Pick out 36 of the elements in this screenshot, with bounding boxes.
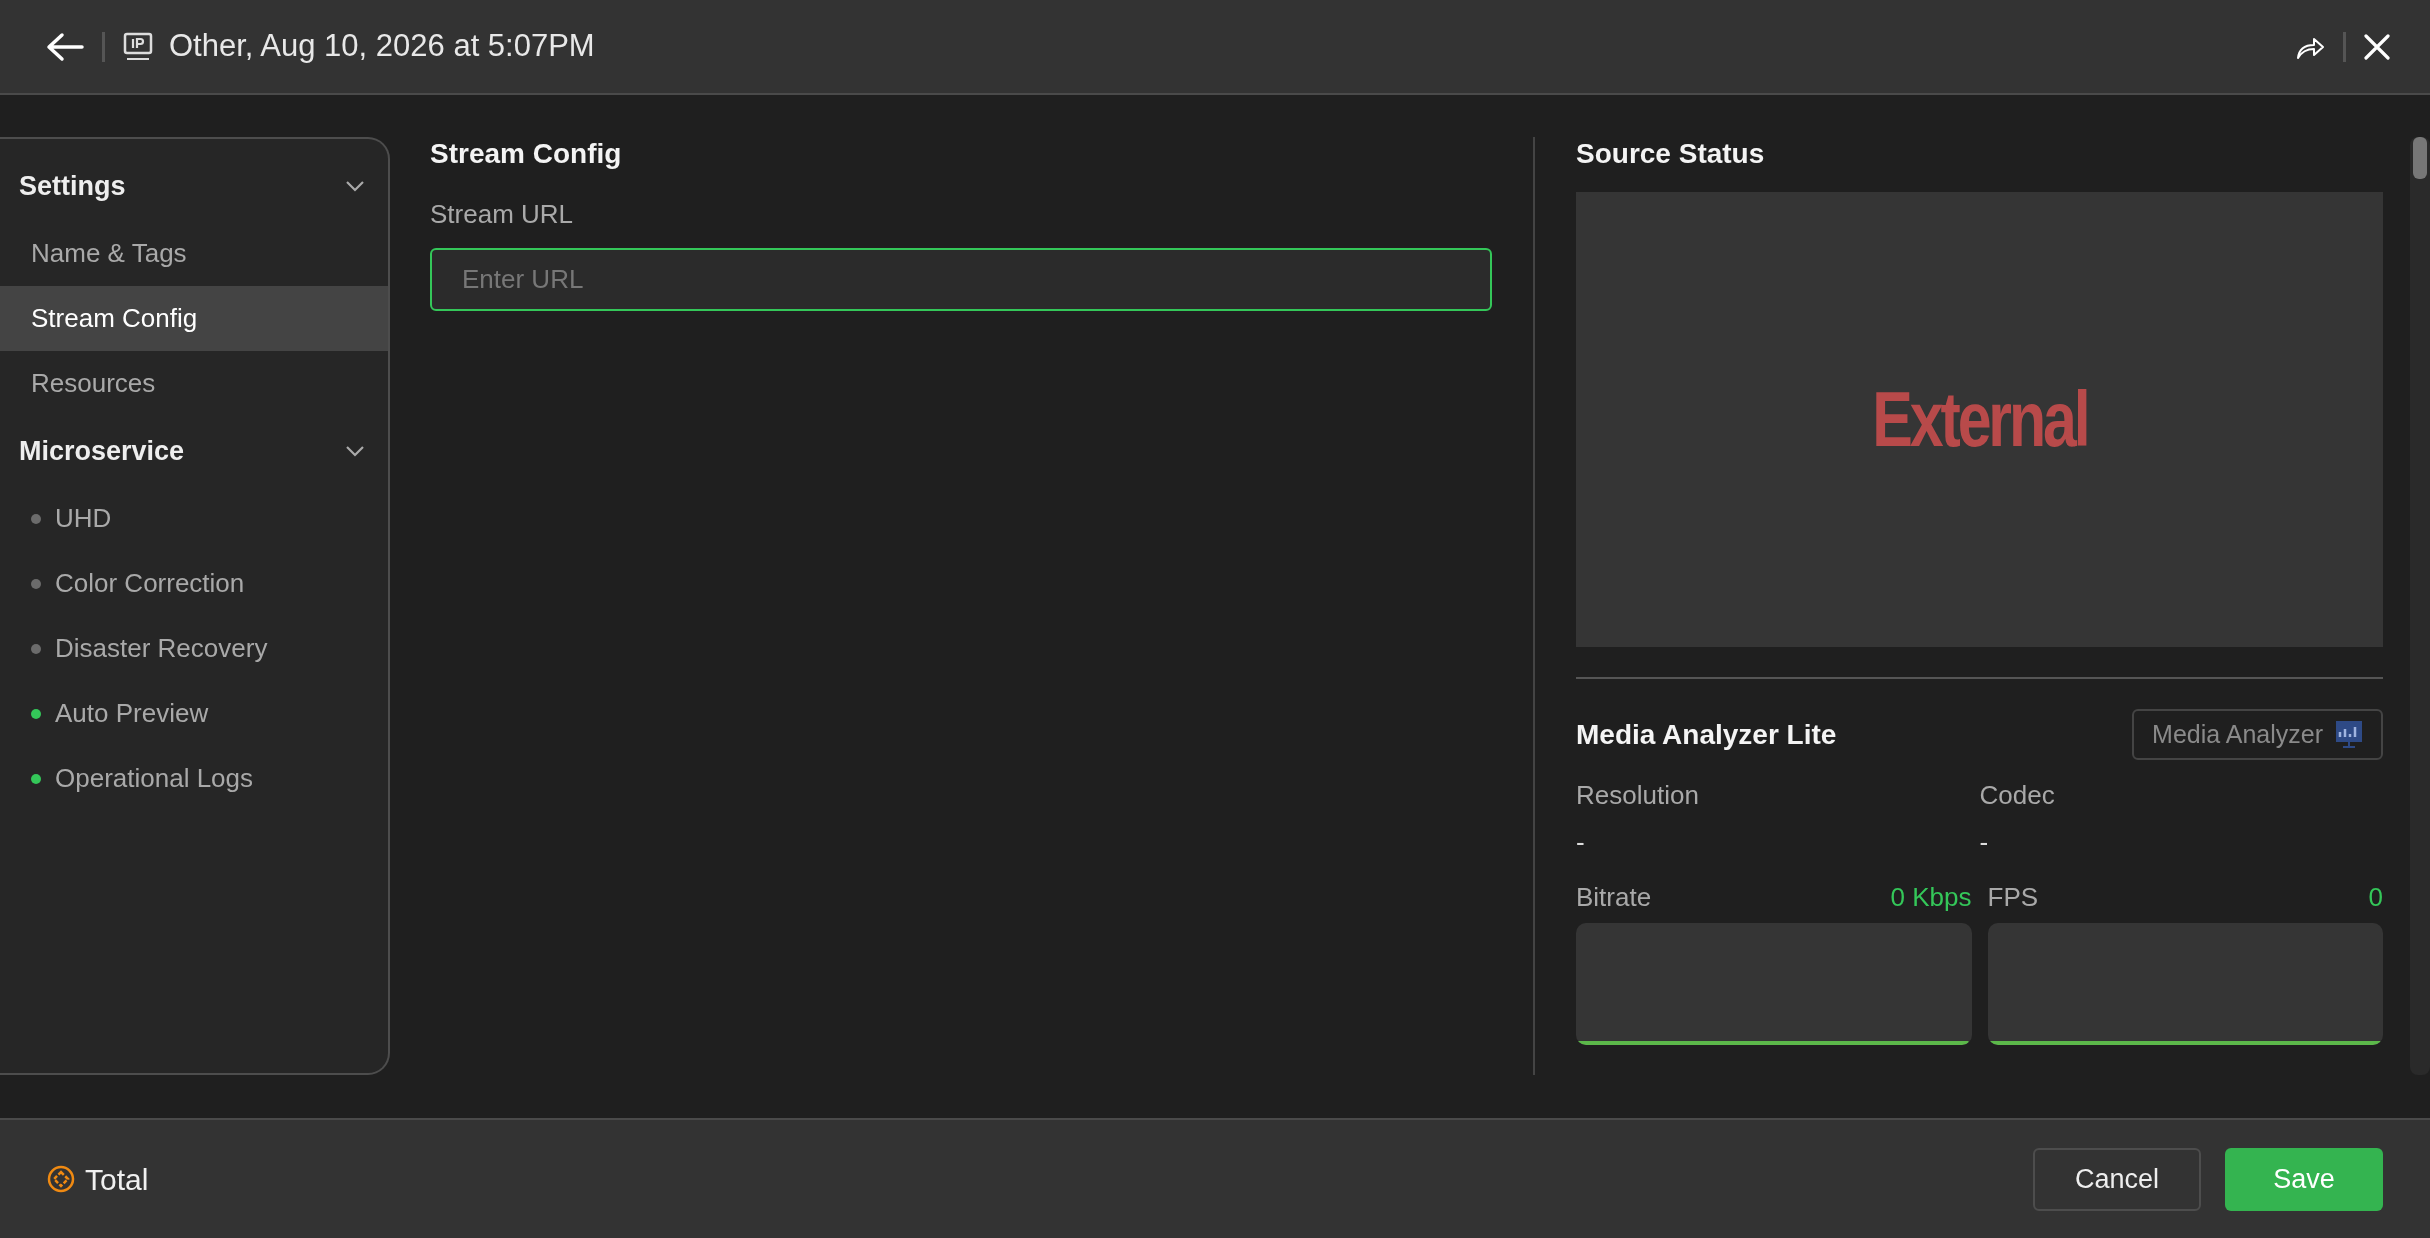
back-arrow-icon[interactable]: [46, 31, 84, 62]
field-value: -: [1576, 826, 1586, 860]
sidebar-item[interactable]: Disaster Recovery: [55, 629, 268, 668]
cancel-button[interactable]: Cancel: [2033, 1147, 2201, 1211]
media-analyzer-button[interactable]: Media Analyzer: [2132, 708, 2383, 761]
sidebar-item[interactable]: Stream Config: [0, 286, 388, 351]
section-title: Media Analyzer Lite: [1576, 717, 1837, 752]
total-icon: [47, 1165, 75, 1193]
scrollbar[interactable]: [2410, 137, 2430, 1075]
sidebar-item[interactable]: Name & Tags: [0, 221, 388, 286]
sidebar-item[interactable]: UHD: [55, 499, 112, 538]
meter-value: 0 Kbps: [1890, 881, 1972, 915]
section-header[interactable]: Settings: [19, 165, 126, 207]
sidebar-item[interactable]: Color Correction: [55, 564, 245, 603]
field-label: Codec: [1979, 779, 2056, 813]
sidebar-item[interactable]: Auto Preview: [55, 694, 209, 733]
section-title: Source Status: [1576, 137, 1766, 171]
sidebar-item[interactable]: Resources: [0, 351, 388, 416]
monitor-chart-icon: [2335, 720, 2363, 749]
total-label: Total: [85, 1161, 149, 1198]
section-header[interactable]: Microservice: [19, 430, 185, 472]
window-title: Other, Aug 10, 2026 at 5:07PM: [169, 27, 595, 66]
meter-label: FPS: [1987, 881, 2039, 915]
ip-monitor-icon: [123, 31, 153, 62]
field-label: Resolution: [1576, 779, 1700, 813]
chevron-icon[interactable]: [344, 179, 366, 193]
close-icon[interactable]: [2364, 33, 2390, 60]
meter-label: Bitrate: [1576, 881, 1652, 915]
chevron-icon[interactable]: [344, 444, 366, 458]
url-input-field[interactable]: Enter URL: [430, 247, 1492, 311]
section-title: Stream Config: [430, 137, 623, 171]
sidebar-item[interactable]: Operational Logs: [55, 759, 254, 798]
meter-value: 0: [2368, 881, 2383, 915]
field-label: Stream URL: [430, 197, 575, 231]
field-value: -: [1979, 826, 1990, 860]
preview-label: External: [1871, 373, 2088, 465]
